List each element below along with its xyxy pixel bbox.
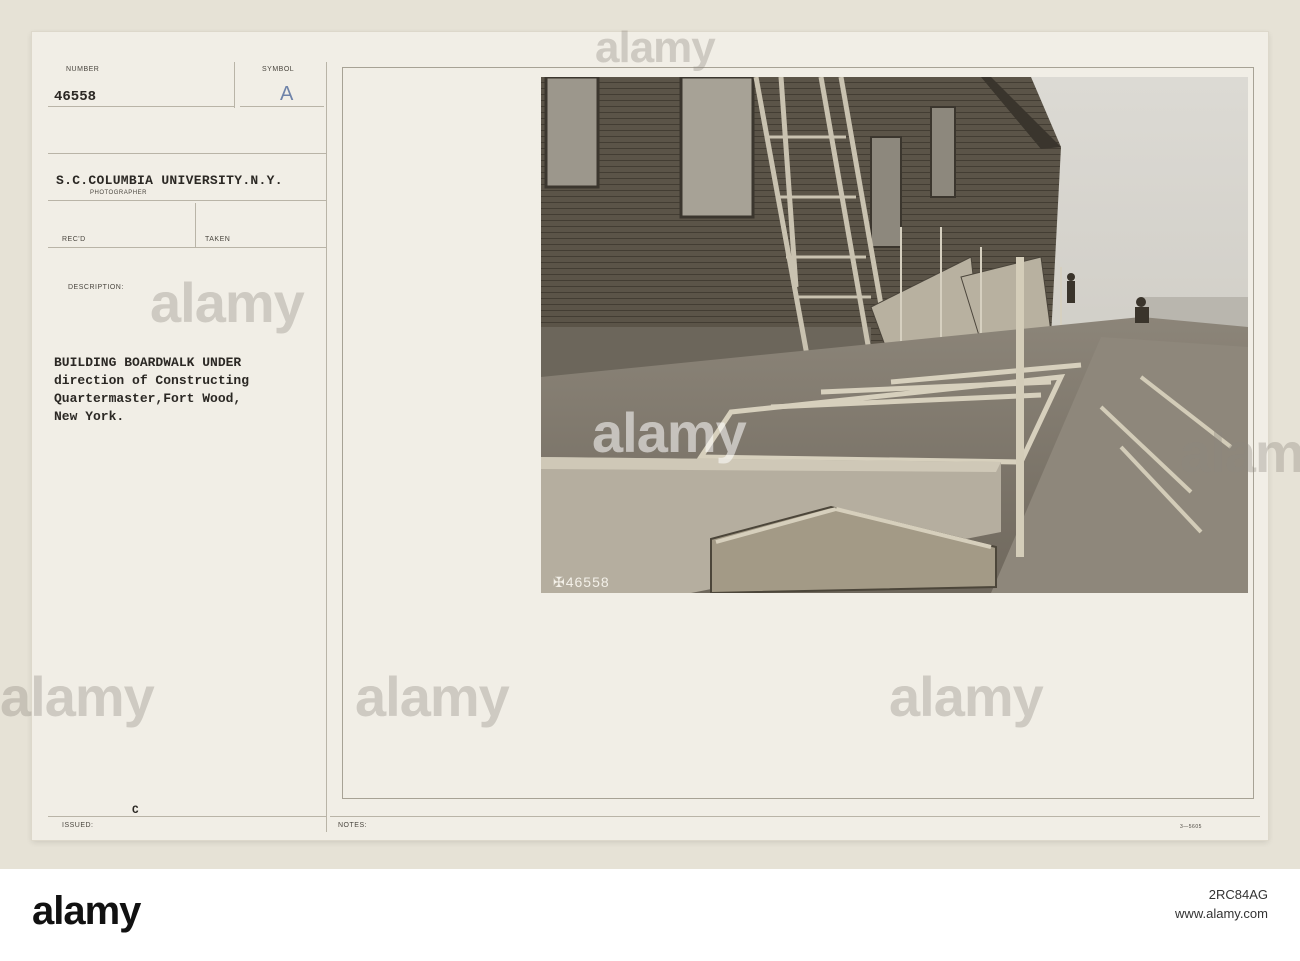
photographer-value: S.C.COLUMBIA UNIVERSITY.N.Y. (56, 173, 283, 188)
image-id-label: 2RC84AG www.alamy.com (1175, 887, 1268, 921)
description-line-2: direction of Constructing (54, 373, 250, 388)
negative-number: ✠46558 (553, 574, 610, 591)
description-line-4: New York. (54, 409, 125, 424)
number-underline (48, 106, 234, 107)
issued-label: ISSUED: (62, 822, 94, 829)
description-line-3: Quartermaster,Fort Wood, (54, 391, 242, 406)
number-value: 46558 (54, 89, 97, 105)
recd-underline (48, 247, 326, 248)
negative-number-glyph: ✠ (553, 574, 566, 590)
alamy-logo[interactable]: alamy (32, 889, 141, 934)
watermark-5: alamy (595, 23, 716, 72)
watermark-2: alamy (592, 401, 747, 464)
description-text: BUILDING BOARDWALK UNDER direction of Co… (54, 354, 249, 426)
watermark-7: alamy (1180, 421, 1300, 484)
image-id: 2RC84AG (1208, 887, 1268, 902)
symbol-label: SYMBOL (262, 66, 295, 73)
column-divider (326, 62, 327, 832)
symbol-underline (240, 106, 324, 107)
archival-photograph: ✠46558 (541, 77, 1248, 593)
negative-number-text: 46558 (565, 574, 610, 590)
photo-illustration (541, 77, 1248, 593)
stock-footer: alamy 2RC84AG www.alamy.com (0, 869, 1300, 961)
description-label: DESCRIPTION: (68, 284, 124, 291)
photographer-underline (48, 200, 326, 201)
symbol-value: A (280, 83, 294, 105)
issued-underline (48, 816, 326, 817)
watermark-3: alamy (0, 665, 155, 728)
recd-label: REC'D (62, 236, 86, 243)
notes-underline (330, 816, 1260, 817)
watermark-1: alamy (150, 271, 305, 334)
site-url[interactable]: www.alamy.com (1175, 906, 1268, 921)
number-label: NUMBER (66, 66, 100, 73)
form-code: 3—5605 (1180, 824, 1202, 830)
taken-label: TAKEN (205, 236, 231, 243)
number-symbol-divider (234, 62, 235, 108)
watermark-6: alamy (355, 665, 510, 728)
description-line-1: BUILDING BOARDWALK UNDER (54, 355, 242, 370)
notes-label: NOTES: (338, 822, 368, 829)
section-rule-1 (48, 153, 326, 154)
watermark-4: alamy (889, 665, 1044, 728)
recd-taken-divider (195, 203, 196, 247)
photographer-label: PHOTOGRAPHER (90, 190, 147, 196)
